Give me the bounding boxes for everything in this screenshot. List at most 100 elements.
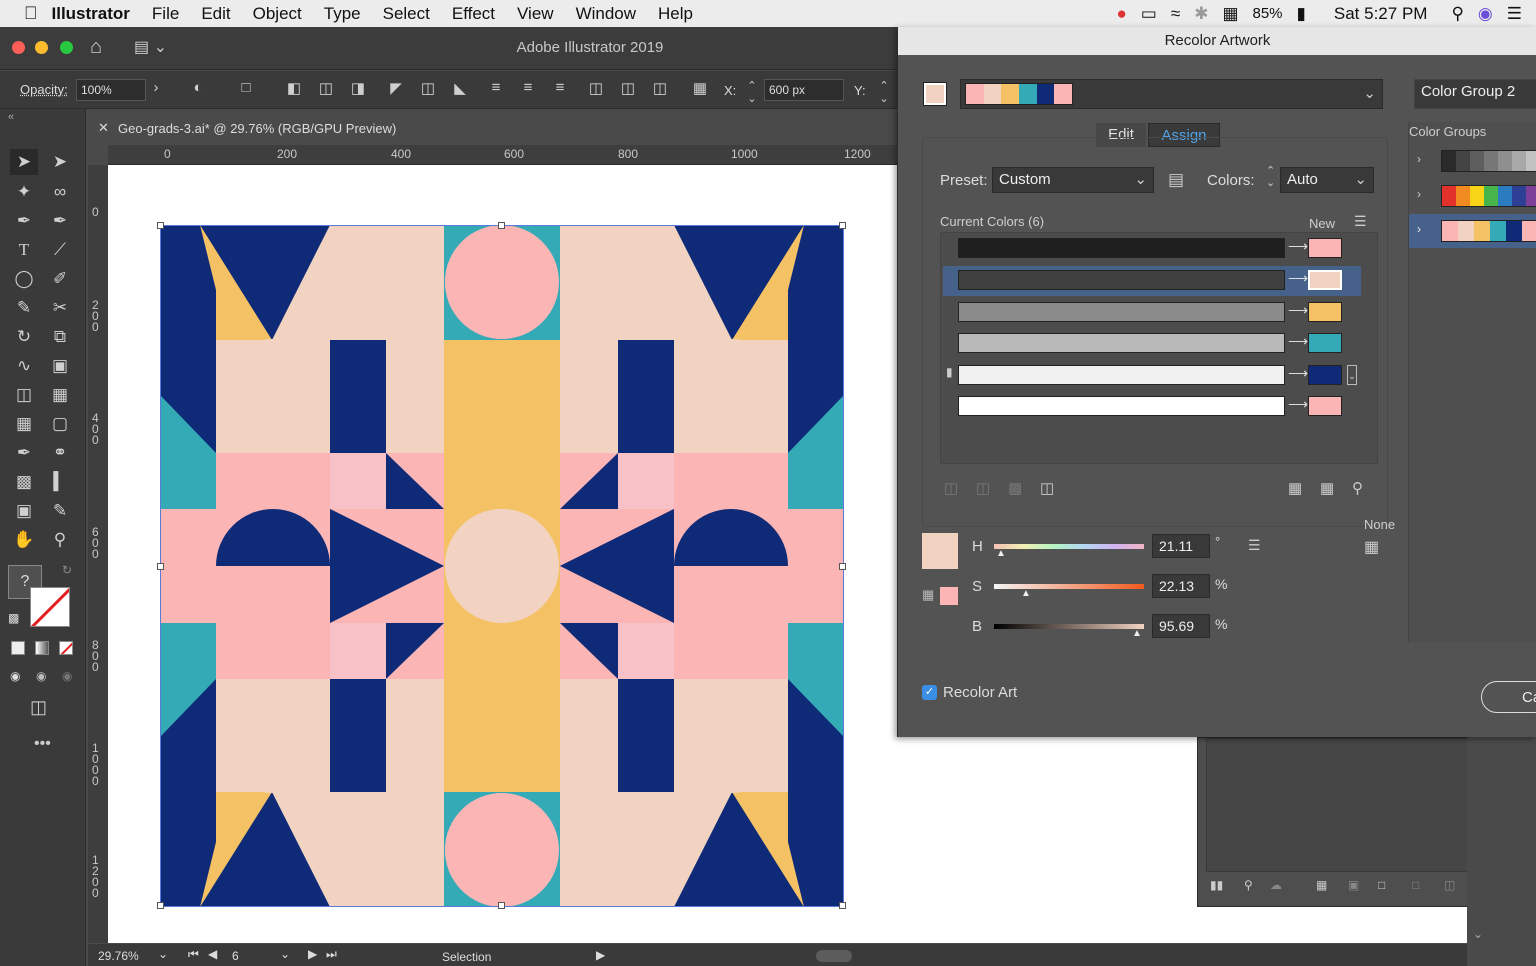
free-transform-tool-icon[interactable]: ▣ [46,353,74,379]
locate-object-icon[interactable]: ⚲ [1244,878,1253,892]
delete-layer-icon[interactable]: ◫ [1444,878,1455,892]
horizontal-ruler[interactable]: 0 200 400 600 800 1000 1200 [108,145,898,165]
align-hcenter-icon[interactable]: ◫ [316,79,336,101]
y-stepper-icon[interactable]: ⌃ ⌄ [874,79,894,105]
color-method-icon[interactable]: ⌄ [1347,365,1357,385]
harmony-rules-dropdown[interactable]: ⌄ [960,79,1383,109]
expand-group-icon[interactable]: › [1417,187,1421,201]
menu-object[interactable]: Object [242,4,313,24]
brightness-slider[interactable]: ▲ [994,624,1144,639]
battery-icon[interactable]: ▮ [1297,4,1306,24]
last-artboard-icon[interactable]: ⏭ [326,947,337,962]
new-color-swatch[interactable] [1308,365,1342,385]
expand-group-icon[interactable]: › [1417,222,1421,236]
zoom-tool-icon[interactable]: ⚲ [46,527,74,553]
randomly-change-saturation-icon[interactable]: ▦ [1320,479,1334,497]
clock[interactable]: Sat 5:27 PM [1334,4,1428,24]
siri-icon[interactable]: ◉ [1478,4,1493,24]
find-color-in-artwork-icon[interactable]: ⚲ [1352,479,1363,497]
battery-percent[interactable]: 85% [1253,5,1283,22]
workspace-switcher-icon[interactable]: ▤ ⌄ [134,37,167,57]
arrow-icon[interactable]: ⟶ [1288,365,1308,382]
direct-selection-tool-icon[interactable]: ➤ [46,149,74,175]
menu-icon[interactable]: ☰ [1354,213,1367,230]
calendar-icon[interactable]: ▦ [1222,4,1238,24]
cancel-button[interactable]: Car [1481,681,1536,713]
opacity-input[interactable]: 100% [76,79,146,101]
draw-normal-icon[interactable]: ◉ [10,669,20,683]
minimize-window-button[interactable] [35,41,48,54]
align-to-icon[interactable]: □ [236,79,256,101]
recolor-art-checkbox[interactable]: ✓ [922,685,937,700]
selection-tool-icon[interactable]: ➤ [10,149,38,175]
rotate-tool-icon[interactable]: ↻ [10,324,38,350]
symbol-sprayer-tool-icon[interactable]: ▩ [10,469,38,495]
opacity-expand-icon[interactable]: › [146,79,166,101]
layers-list[interactable] [1206,738,1482,872]
color-group-grayscale[interactable] [1441,150,1536,172]
pen-tool-icon[interactable]: ✒ [10,208,38,234]
status-menu-icon[interactable]: ▶ [596,948,605,962]
next-artboard-icon[interactable]: ▶ [308,947,317,961]
out-of-gamut-swatch[interactable] [940,587,958,605]
separate-colors-icon[interactable]: ◫ [976,479,990,497]
spotlight-search-icon[interactable]: ⚲ [1451,4,1463,24]
color-group-name-input[interactable]: Color Group 2 [1414,79,1536,109]
saturation-slider[interactable]: ▲ [994,584,1144,599]
perspective-grid-tool-icon[interactable]: ▦ [46,382,74,408]
selection-handle[interactable] [157,902,164,909]
transform-reference-icon[interactable]: ▦ [690,79,710,101]
slider-menu-icon[interactable]: ☰ [1248,537,1261,554]
distribute-top-icon[interactable]: ≡ [486,79,506,101]
slider-thumb[interactable]: ▲ [996,548,1006,559]
selection-handle[interactable] [839,563,846,570]
close-tab-icon[interactable]: ✕ [98,120,109,136]
mesh-tool-icon[interactable]: ▦ [10,411,38,437]
new-layer-icon[interactable]: □ [1378,878,1385,892]
saturation-input[interactable]: 22.13 [1152,574,1210,598]
new-row-icon[interactable]: ◫ [1040,479,1054,497]
artboard-tool-icon[interactable]: ▣ [10,498,38,524]
artboard-dropdown-icon[interactable]: ⌄ [280,947,290,961]
distribute-hcenter-icon[interactable]: ◫ [618,79,638,101]
new-color-swatch[interactable] [1308,238,1342,258]
selection-handle[interactable] [839,222,846,229]
selection-handle[interactable] [498,902,505,909]
preset-dropdown[interactable]: Custom ⌄ [992,167,1154,193]
scroll-down-icon[interactable]: ⌄ [1473,927,1483,941]
notification-center-icon[interactable]: ☰ [1507,4,1522,24]
type-tool-icon[interactable]: T [10,237,38,263]
distribute-left-icon[interactable]: ◫ [586,79,606,101]
active-color-swatch[interactable] [923,82,947,106]
brightness-input[interactable]: 95.69 [1152,614,1210,638]
new-sublayer-icon[interactable]: ▣ [1348,878,1359,892]
default-fill-stroke-icon[interactable]: ▩ [8,611,19,625]
align-left-icon[interactable]: ◧ [284,79,304,101]
collapse-panel-icon[interactable]: « [8,111,14,123]
selection-handle[interactable] [157,222,164,229]
distribute-right-icon[interactable]: ◫ [650,79,670,101]
scissors-tool-icon[interactable]: ✂ [46,295,74,321]
zoom-level[interactable]: 29.76% [98,949,139,963]
align-bottom-icon[interactable]: ◣ [450,79,470,101]
layers-library-icon[interactable]: ▮▮ [1210,878,1223,892]
menu-app-name[interactable]: Illustrator [38,4,141,24]
selection-handle[interactable] [157,563,164,570]
align-right-icon[interactable]: ◨ [348,79,368,101]
colors-dropdown[interactable]: Auto ⌄ [1280,167,1374,193]
slider-thumb[interactable]: ▲ [1132,628,1142,639]
selection-handle[interactable] [839,902,846,909]
current-color-bar[interactable] [958,270,1285,290]
close-window-button[interactable] [12,41,25,54]
bluetooth-icon[interactable]: ✱ [1194,4,1208,24]
current-color-bar[interactable] [958,365,1285,385]
line-tool-icon[interactable]: ⟋ [46,237,74,263]
menu-help[interactable]: Help [647,4,704,24]
expand-group-icon[interactable]: › [1417,152,1421,166]
color-group-rainbow[interactable] [1441,185,1536,207]
new-color-swatch[interactable] [1308,333,1342,353]
stroke-none-swatch[interactable] [30,587,70,627]
new-color-swatch[interactable] [1308,396,1342,416]
status-tool[interactable]: Selection [442,950,491,964]
recolor-artwork-icon[interactable]: ◐ [188,79,208,101]
